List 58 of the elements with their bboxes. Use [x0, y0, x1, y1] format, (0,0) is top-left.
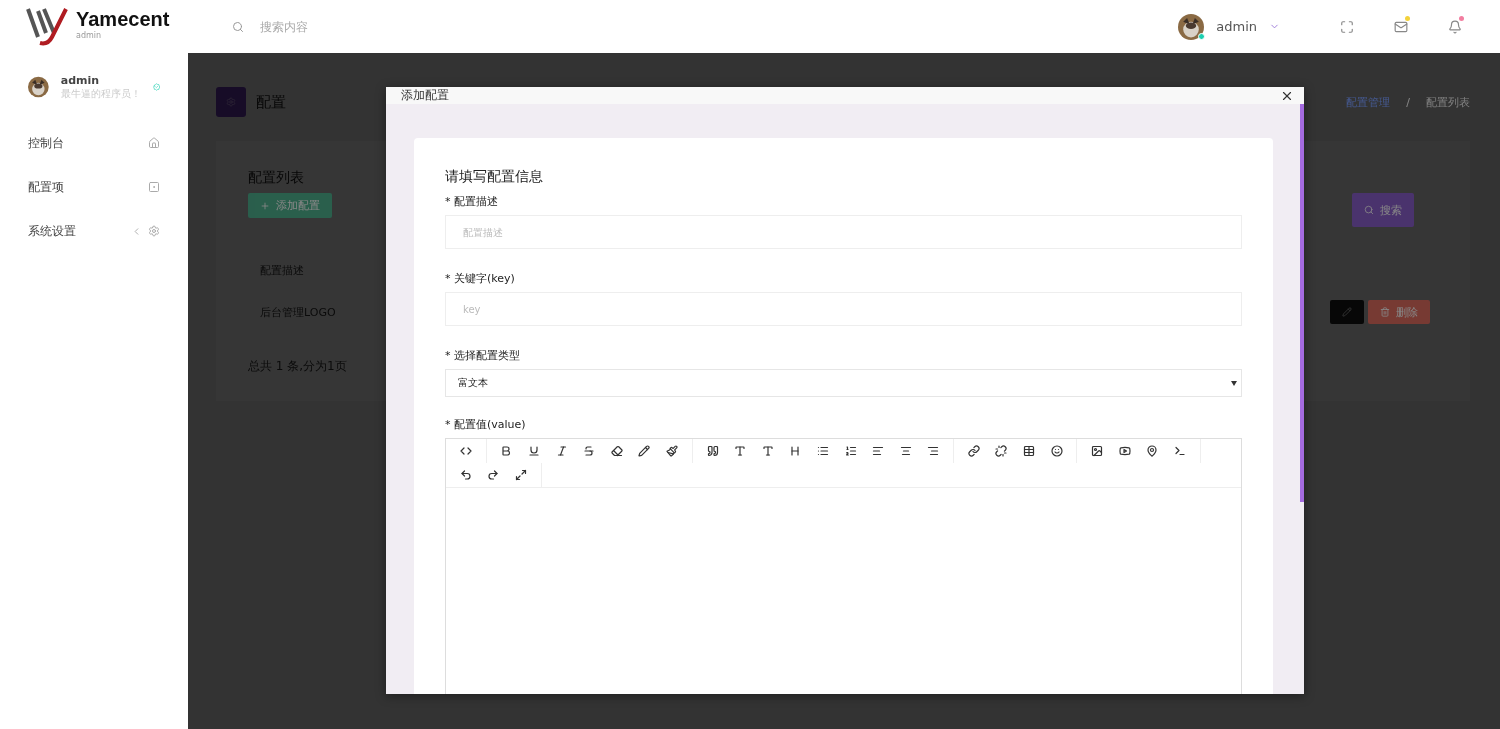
form-title: 请填写配置信息	[445, 168, 544, 186]
search-icon	[232, 20, 244, 33]
text-size-icon	[761, 445, 774, 457]
quote-icon	[706, 445, 719, 457]
search-field[interactable]: 搜索内容	[258, 18, 458, 35]
home-icon	[148, 137, 160, 149]
eraser-icon	[610, 445, 623, 457]
map-pin-icon	[1146, 445, 1159, 457]
plus-icon	[260, 200, 270, 211]
expand-icon	[515, 469, 527, 481]
terminal-icon	[1174, 445, 1187, 457]
bell-icon	[1448, 19, 1462, 34]
code-icon	[459, 445, 472, 457]
dialog-title: 添加配置	[401, 87, 449, 104]
font-icon	[734, 445, 747, 457]
numbered-list-icon	[844, 445, 857, 457]
smiley-icon	[1050, 445, 1063, 457]
table-icon	[1023, 445, 1036, 457]
bold-icon	[500, 445, 513, 457]
undo-icon	[459, 469, 472, 481]
settings-icon	[148, 225, 160, 237]
trash-icon	[1380, 307, 1390, 317]
field-label: * 配置描述	[445, 194, 499, 209]
sidebar-item[interactable]: 配置项	[0, 165, 188, 209]
field-label: * 配置值(value)	[445, 417, 527, 432]
align-right-icon	[927, 445, 940, 457]
brand-subtitle: admin	[76, 30, 103, 41]
sidebar-item[interactable]: 控制台	[0, 121, 188, 165]
underline-icon	[528, 445, 540, 457]
breadcrumb-item: 配置列表	[1426, 94, 1470, 110]
avatar	[1178, 13, 1205, 40]
fullscreen-icon	[1340, 19, 1354, 34]
mail-icon	[1394, 19, 1408, 34]
input-field[interactable]: key	[445, 292, 1242, 326]
breadcrumb-separator: /	[1406, 95, 1410, 109]
field-label: * 关键字(key)	[445, 271, 516, 286]
search-icon	[1364, 205, 1374, 215]
sidebar-item[interactable]: 系统设置	[0, 209, 188, 253]
brand-name: Yamecent	[76, 6, 170, 31]
select-field[interactable]: 富文本	[445, 369, 1242, 397]
image-icon	[1091, 445, 1104, 457]
caret-icon	[1231, 380, 1237, 386]
logo-icon	[26, 6, 70, 47]
redo-icon	[487, 469, 500, 481]
pencil-icon	[638, 445, 651, 457]
italic-icon	[555, 445, 568, 457]
bullet-list-icon	[816, 445, 829, 457]
user-menu[interactable]: admin	[1178, 13, 1280, 40]
video-icon	[1118, 445, 1131, 457]
brush-icon	[665, 445, 678, 457]
unlink-icon	[995, 445, 1008, 457]
field-label: * 选择配置类型	[445, 348, 521, 363]
align-center-icon	[899, 445, 912, 457]
heading-icon	[789, 445, 802, 457]
align-left-icon	[872, 445, 885, 457]
link-icon	[967, 445, 980, 457]
profile-name: admin	[60, 73, 101, 87]
strikethrough-icon	[583, 445, 596, 457]
